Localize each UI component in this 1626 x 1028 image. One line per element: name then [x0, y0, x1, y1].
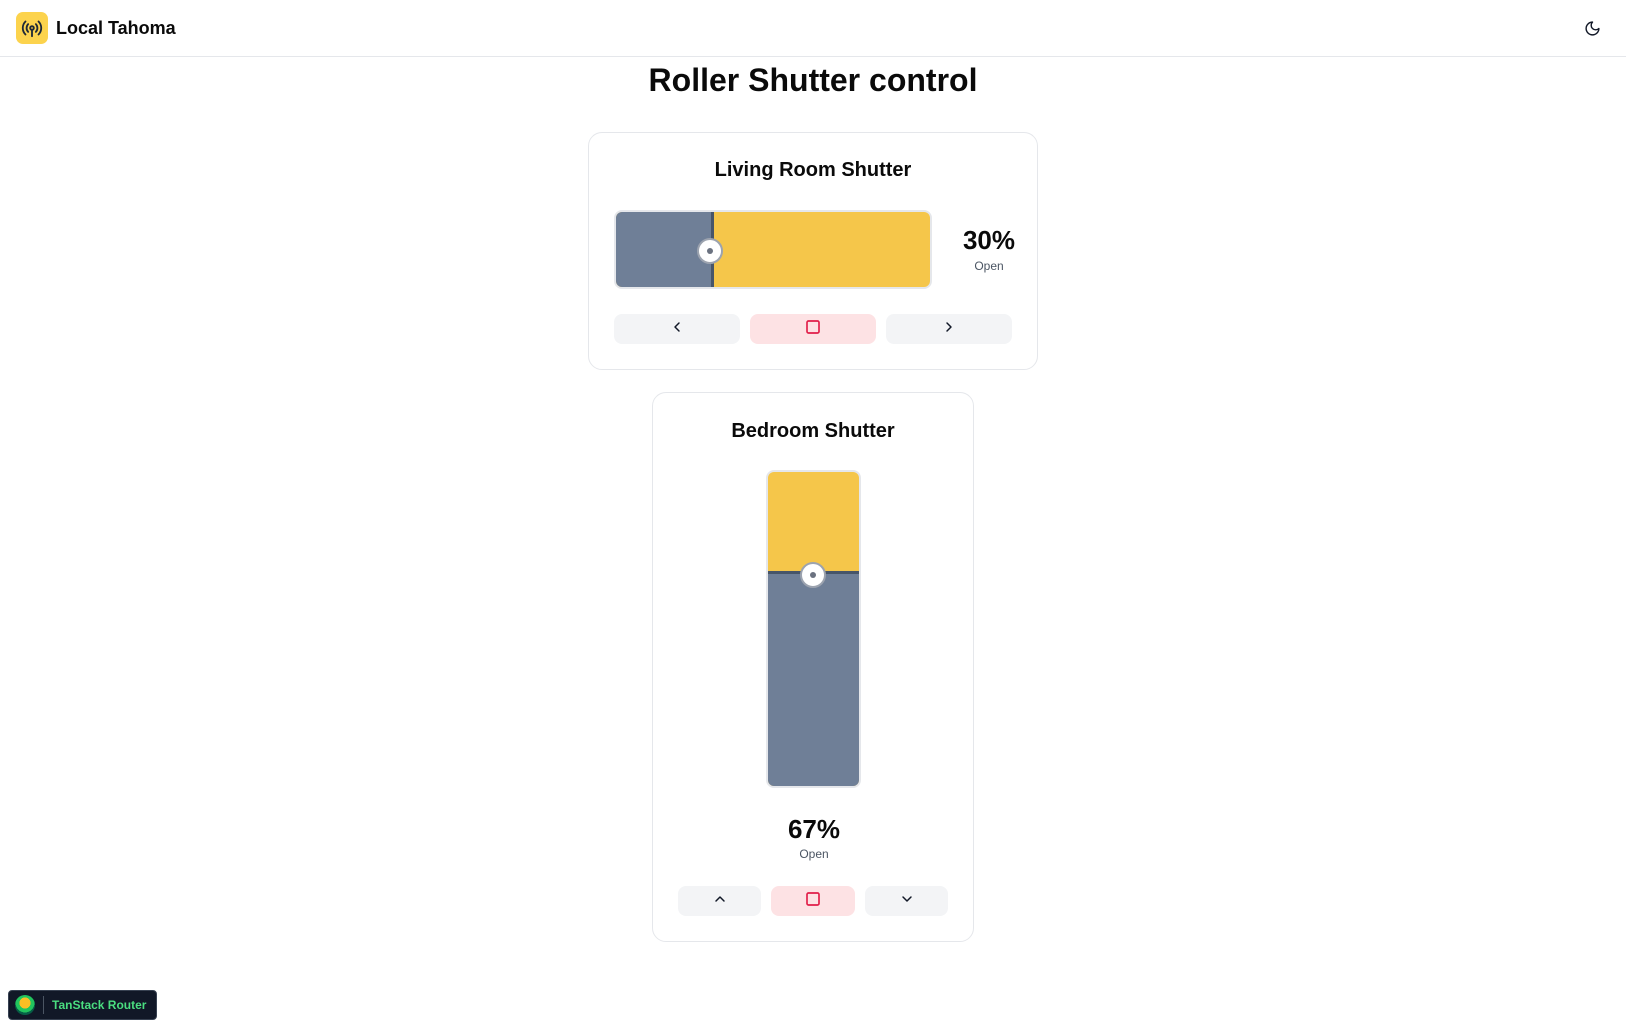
stop-button[interactable]	[771, 886, 855, 916]
chevron-up-icon	[712, 891, 728, 912]
stop-button[interactable]	[750, 314, 876, 344]
shutter-title: Bedroom Shutter	[731, 420, 895, 442]
position-state: Open	[974, 259, 1004, 273]
divider	[43, 996, 44, 1014]
chevron-left-icon	[669, 319, 685, 340]
shutter-card-living-room: Living Room Shutter 30% Open	[588, 132, 1038, 370]
top-bar: Local Tahoma	[0, 0, 1626, 57]
slider-handle[interactable]	[800, 562, 826, 588]
shutter-title: Living Room Shutter	[714, 159, 912, 181]
page-title: Roller Shutter control	[648, 62, 978, 98]
tanstack-logo-icon	[15, 995, 35, 1015]
position-percent: 30%	[962, 225, 1016, 255]
chevron-down-icon	[899, 891, 915, 912]
shutter-slider-vertical[interactable]	[766, 470, 861, 788]
tanstack-router-devtools-button[interactable]: TanStack Router	[8, 990, 157, 1020]
shutter-slider-horizontal[interactable]	[614, 210, 932, 289]
broadcast-antenna-icon	[16, 12, 48, 44]
shutter-closed-portion	[768, 574, 859, 786]
move-up-button[interactable]	[678, 886, 761, 916]
devtools-label: TanStack Router	[52, 998, 147, 1012]
position-percent: 67%	[787, 814, 841, 844]
chevron-right-icon	[941, 319, 957, 340]
shutter-card-bedroom: Bedroom Shutter 67% Open	[652, 392, 974, 942]
stop-icon	[804, 318, 822, 341]
move-left-button[interactable]	[614, 314, 740, 344]
stop-icon	[804, 890, 822, 913]
move-right-button[interactable]	[886, 314, 1012, 344]
move-down-button[interactable]	[865, 886, 948, 916]
app-title: Local Tahoma	[56, 17, 176, 38]
position-state: Open	[799, 847, 829, 861]
slider-handle[interactable]	[697, 238, 723, 264]
moon-icon[interactable]	[1578, 14, 1606, 42]
